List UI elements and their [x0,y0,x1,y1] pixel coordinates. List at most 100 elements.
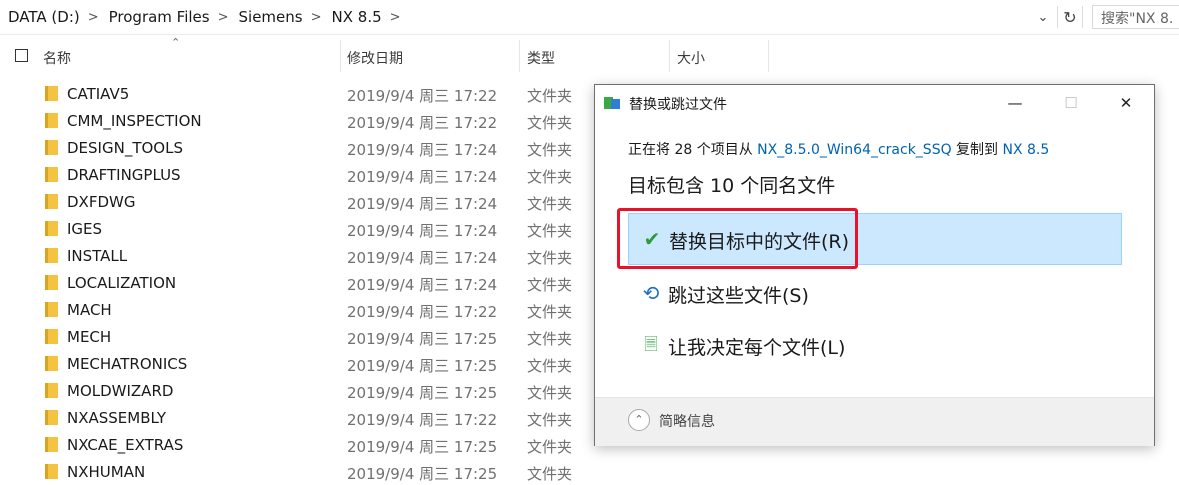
file-row[interactable]: DESIGN_TOOLS 2019/9/4 周三 17:24 文件夹 [0,134,600,161]
breadcrumb-program-files[interactable]: Program Files [101,8,216,26]
less-details-toggle[interactable]: 简略信息 [659,411,715,431]
file-row[interactable]: CMM_INSPECTION 2019/9/4 周三 17:22 文件夹 [0,107,600,134]
file-modified-date: 2019/9/4 周三 17:22 [347,114,498,132]
file-modified-date: 2019/9/4 周三 17:25 [347,330,498,348]
file-modified-date: 2019/9/4 周三 17:22 [347,303,498,321]
file-row[interactable]: MOLDWIZARD 2019/9/4 周三 17:25 文件夹 [0,377,600,404]
replace-skip-dialog: 替换或跳过文件 — ☐ ✕ 正在将 28 个项目从 NX_8.5.0_Win64… [594,84,1155,446]
file-type: 文件夹 [527,87,573,105]
folder-icon [45,194,58,209]
file-row[interactable]: MACH 2019/9/4 周三 17:22 文件夹 [0,296,600,323]
folder-icon [45,248,58,263]
chevron-right-icon[interactable]: > [388,10,403,25]
folder-icon [45,437,58,452]
sort-ascending-icon: ⌃ [171,36,181,49]
file-type: 文件夹 [527,276,573,294]
minimize-button[interactable]: — [987,85,1043,121]
file-row[interactable]: DRAFTINGPLUS 2019/9/4 周三 17:24 文件夹 [0,161,600,188]
file-type: 文件夹 [527,249,573,267]
file-name: IGES [67,220,103,238]
folder-icon [45,329,58,344]
file-type: 文件夹 [527,114,573,132]
conflict-heading: 目标包含 10 个同名文件 [628,175,836,197]
folder-icon [45,410,58,425]
file-row[interactable]: CATIAV5 2019/9/4 周三 17:22 文件夹 [0,80,600,107]
file-modified-date: 2019/9/4 周三 17:25 [347,384,498,402]
file-type: 文件夹 [527,411,573,429]
folder-icon [45,383,58,398]
file-name: LOCALIZATION [67,274,177,292]
file-copy-icon [604,97,620,109]
file-name: DRAFTINGPLUS [67,166,181,184]
skip-arrow-icon: ⟲ [642,281,660,305]
destination-folder-link[interactable]: NX 8.5 [1003,142,1050,158]
chevron-right-icon[interactable]: > [216,10,231,25]
column-divider[interactable] [669,40,670,72]
file-name: NXHUMAN [67,463,146,481]
column-header-type[interactable]: 类型 [527,48,555,68]
file-modified-date: 2019/9/4 周三 17:24 [347,141,498,159]
chevron-right-icon[interactable]: > [309,10,324,25]
file-row[interactable]: MECH 2019/9/4 周三 17:25 文件夹 [0,323,600,350]
folder-icon [45,302,58,317]
close-button[interactable]: ✕ [1098,85,1154,121]
folder-icon [45,275,58,290]
column-header-name[interactable]: 名称 [43,48,71,68]
copy-info: 正在将 28 个项目从 NX_8.5.0_Win64_crack_SSQ 复制到… [628,139,1049,159]
file-modified-date: 2019/9/4 周三 17:24 [347,195,498,213]
file-row[interactable]: NXASSEMBLY 2019/9/4 周三 17:22 文件夹 [0,404,600,431]
folder-icon [45,356,58,371]
decide-each-file-option[interactable]: 🗏 让我决定每个文件(L) [628,320,1122,372]
folder-icon [45,86,58,101]
file-row[interactable]: INSTALL 2019/9/4 周三 17:24 文件夹 [0,242,600,269]
chevron-down-icon[interactable]: ⌄ [1032,6,1054,28]
file-type: 文件夹 [527,303,573,321]
chevron-right-icon[interactable]: > [86,10,101,25]
select-all-checkbox[interactable] [15,49,28,62]
file-modified-date: 2019/9/4 周三 17:25 [347,465,498,483]
file-name: MACH [67,301,112,319]
column-divider[interactable] [768,40,769,72]
column-header-size[interactable]: 大小 [677,48,705,68]
compare-files-icon: 🗏 [644,335,658,355]
file-row[interactable]: MECHATRONICS 2019/9/4 周三 17:25 文件夹 [0,350,600,377]
refresh-icon[interactable]: ↻ [1057,6,1083,28]
chevron-up-icon[interactable]: ⌃ [628,409,650,431]
file-row[interactable]: NXCAE_EXTRAS 2019/9/4 周三 17:25 文件夹 [0,431,600,458]
column-divider[interactable] [519,40,520,72]
source-folder-link[interactable]: NX_8.5.0_Win64_crack_SSQ [757,142,951,158]
decide-each-file-label: 让我决定每个文件(L) [668,337,846,359]
file-type: 文件夹 [527,357,573,375]
file-modified-date: 2019/9/4 周三 17:22 [347,87,498,105]
file-row[interactable]: DXFDWG 2019/9/4 周三 17:24 文件夹 [0,188,600,215]
file-modified-date: 2019/9/4 周三 17:24 [347,222,498,240]
file-modified-date: 2019/9/4 周三 17:24 [347,276,498,294]
file-row[interactable]: LOCALIZATION 2019/9/4 周三 17:24 文件夹 [0,269,600,296]
dialog-footer: ⌃ 简略信息 [595,397,1154,446]
file-row[interactable]: NXHUMAN 2019/9/4 周三 17:25 文件夹 [0,458,600,485]
file-row[interactable]: IGES 2019/9/4 周三 17:24 文件夹 [0,215,600,242]
column-headers: ⌃ 名称 修改日期 类型 大小 [0,36,1179,76]
folder-icon [45,113,58,128]
dialog-body: 正在将 28 个项目从 NX_8.5.0_Win64_crack_SSQ 复制到… [595,121,1154,397]
skip-files-option[interactable]: ⟲ 跳过这些文件(S) [628,268,1122,320]
file-name: NXCAE_EXTRAS [67,436,184,454]
copy-middle: 复制到 [951,142,1003,158]
breadcrumb-drive[interactable]: DATA (D:) [0,8,86,26]
file-name: MOLDWIZARD [67,382,174,400]
file-name: MECHATRONICS [67,355,188,373]
file-type: 文件夹 [527,141,573,159]
search-input[interactable]: 搜索"NX 8. [1092,5,1179,29]
breadcrumb-siemens[interactable]: Siemens [231,8,309,26]
address-bar[interactable]: DATA (D:) > Program Files > Siemens > NX… [0,0,1179,35]
breadcrumb-nx85[interactable]: NX 8.5 [324,8,388,26]
dialog-titlebar[interactable]: 替换或跳过文件 — ☐ ✕ [595,85,1154,121]
column-header-modified[interactable]: 修改日期 [347,48,403,68]
folder-icon [45,140,58,155]
skip-files-label: 跳过这些文件(S) [668,285,809,307]
file-modified-date: 2019/9/4 周三 17:24 [347,249,498,267]
column-divider[interactable] [340,40,341,72]
dialog-title: 替换或跳过文件 [629,97,727,113]
file-name: MECH [67,328,112,346]
maximize-button[interactable]: ☐ [1043,85,1099,121]
